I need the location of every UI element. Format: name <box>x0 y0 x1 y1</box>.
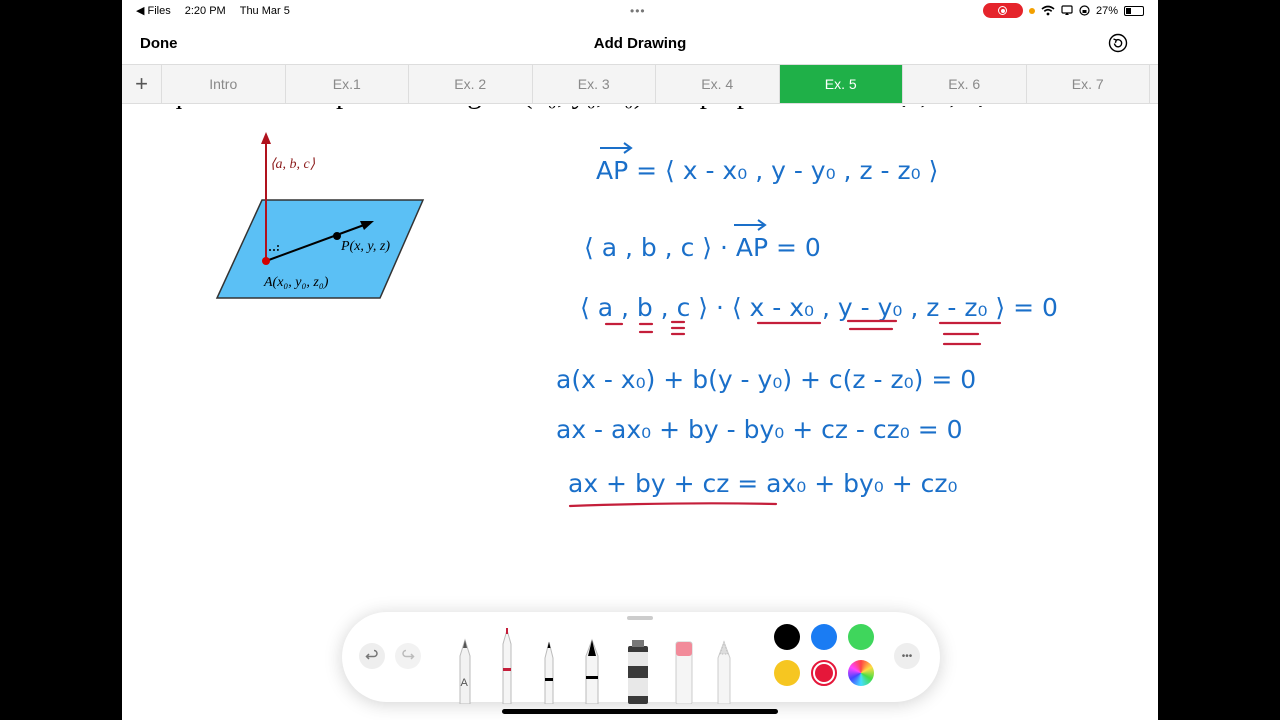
ap-vector-arrow-1 <box>600 142 633 154</box>
record-icon <box>998 6 1008 15</box>
redo-icon <box>402 649 415 660</box>
equation-line-2: ⟨ a , b , c ⟩ · AP = 0 <box>584 233 821 262</box>
battery-percentage: 27% <box>1095 4 1118 17</box>
tab-ex4[interactable]: Ex. 4 <box>656 65 780 103</box>
color-swatch-green[interactable] <box>848 624 874 650</box>
home-indicator[interactable] <box>502 709 778 714</box>
ap-vector-arrow-2 <box>734 219 767 231</box>
color-swatch-blue[interactable] <box>811 624 837 650</box>
battery-icon <box>1124 5 1144 16</box>
eraser-tool[interactable] <box>675 641 693 704</box>
navigation-bar: Done Add Drawing <box>122 22 1158 64</box>
tool-tray: A <box>459 628 731 704</box>
toolbar-grabber[interactable] <box>627 616 653 620</box>
status-bar: ◀ Files 2:20 PM Thu Mar 5 ••• 27% <box>122 0 1158 22</box>
fineliner-tool[interactable] <box>544 641 554 704</box>
pen-letter: A <box>461 677 469 689</box>
tab-bar: + Intro Ex.1 Ex. 2 Ex. 3 Ex. 4 Ex. 5 Ex.… <box>122 64 1158 104</box>
revert-icon[interactable] <box>1108 33 1128 53</box>
equation-line-3: ⟨ a , b , c ⟩ · ⟨ x - x₀ , y - y₀ , z - … <box>580 293 1058 322</box>
marker-tool[interactable] <box>502 628 512 704</box>
tab-ex5[interactable]: Ex. 5 <box>779 65 903 103</box>
mic-in-use-icon <box>1028 7 1035 14</box>
screen-recording-indicator[interactable] <box>982 3 1023 18</box>
screen-mirroring-icon <box>1061 5 1073 15</box>
tab-ex6[interactable]: Ex. 6 <box>903 65 1027 103</box>
handwritten-derivation: AP = ⟨ x - x₀ , y - y₀ , z - z₀ ⟩ ⟨ a , … <box>556 142 1058 508</box>
more-options-button[interactable]: ••• <box>894 643 920 669</box>
status-time: 2:20 PM <box>184 4 226 17</box>
brush-tool[interactable] <box>585 638 599 704</box>
tab-ex7[interactable]: Ex. 7 <box>1027 65 1150 103</box>
equation-line-1: AP = ⟨ x - x₀ , y - y₀ , z - z₀ ⟩ <box>596 156 938 185</box>
back-to-files-link[interactable]: ◀ Files <box>136 4 171 17</box>
color-swatch-yellow[interactable] <box>774 660 800 686</box>
tab-ex3[interactable]: Ex. 3 <box>533 65 656 103</box>
multitask-dots[interactable]: ••• <box>630 4 646 18</box>
lock-rotation-icon <box>1079 5 1090 16</box>
wifi-icon <box>1041 5 1055 16</box>
ipad-screen: ◀ Files 2:20 PM Thu Mar 5 ••• 27% Done A… <box>122 0 1158 720</box>
equation-line-6: ax + by + cz = ax₀ + by₀ + cz₀ <box>568 469 958 498</box>
page-title: Add Drawing <box>593 35 687 52</box>
undo-icon <box>365 649 378 660</box>
color-swatch-black[interactable] <box>774 624 800 650</box>
underline-final <box>568 502 778 508</box>
pencil-tool[interactable] <box>717 640 731 704</box>
status-date: Thu Mar 5 <box>239 4 290 17</box>
equation-line-5: ax - ax₀ + by - by₀ + cz - cz₀ = 0 <box>556 415 963 444</box>
color-picker-wheel[interactable] <box>848 660 874 686</box>
tab-ex1[interactable]: Ex.1 <box>286 65 409 103</box>
equation-line-4: a(x - x₀) + b(y - y₀) + c(z - z₀) = 0 <box>556 365 976 394</box>
toolbar-redo-button[interactable] <box>395 643 421 669</box>
toolbar-undo-button[interactable] <box>359 643 385 669</box>
pen-tool-a[interactable]: A <box>459 638 471 704</box>
tab-ex2[interactable]: Ex. 2 <box>409 65 533 103</box>
ink-bottle-tool[interactable] <box>628 640 648 704</box>
selected-color-dot <box>815 664 833 682</box>
add-tab-button[interactable]: + <box>122 65 162 103</box>
tab-intro[interactable]: Intro <box>162 65 286 103</box>
color-swatch-red-selected[interactable] <box>811 660 837 686</box>
